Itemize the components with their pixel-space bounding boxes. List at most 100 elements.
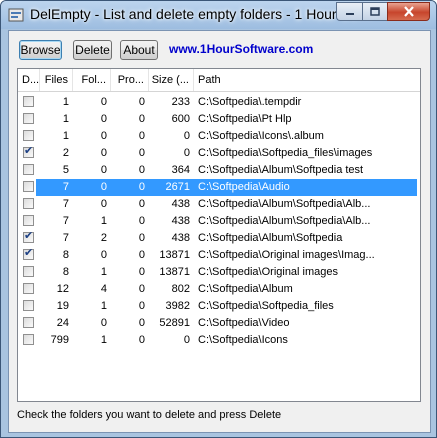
path-cell: C:\Softpedia\Softpedia_files bbox=[198, 300, 334, 312]
folders-cell: 1 bbox=[100, 300, 107, 312]
browse-button[interactable]: Browse bbox=[19, 40, 62, 60]
pro-cell: 0 bbox=[138, 181, 145, 193]
folders-cell: 0 bbox=[100, 96, 107, 108]
files-cell: 24 bbox=[56, 317, 69, 329]
files-cell: 799 bbox=[50, 334, 69, 346]
delete-checkbox[interactable]: ✔ bbox=[23, 145, 34, 158]
files-cell: 1 bbox=[62, 96, 69, 108]
pro-cell: 0 bbox=[138, 164, 145, 176]
size-cell: 438 bbox=[171, 198, 190, 210]
delete-checkbox[interactable] bbox=[23, 113, 34, 124]
delete-checkbox[interactable] bbox=[23, 198, 34, 209]
delete-checkbox[interactable] bbox=[23, 215, 34, 226]
pro-cell: 0 bbox=[138, 215, 145, 227]
path-cell: C:\Softpedia\Original images\Imag... bbox=[198, 249, 375, 261]
list-header: D... Files Fol... Pro... Size (... Path bbox=[18, 69, 420, 92]
size-cell: 0 bbox=[183, 334, 190, 346]
folder-list[interactable]: D... Files Fol... Pro... Size (... Path … bbox=[17, 68, 421, 402]
delete-checkbox[interactable] bbox=[23, 283, 34, 294]
app-icon bbox=[8, 8, 24, 22]
maximize-button[interactable] bbox=[362, 2, 387, 21]
size-cell: 438 bbox=[171, 232, 190, 244]
about-button[interactable]: About bbox=[120, 40, 158, 60]
delete-checkbox[interactable]: ✔ bbox=[23, 230, 34, 243]
delete-checkbox[interactable] bbox=[23, 317, 34, 328]
delete-checkbox[interactable] bbox=[23, 130, 34, 141]
table-row[interactable]: ✔ 2 0 0 0 C:\Softpedia\Softpedia_files\images bbox=[18, 145, 420, 162]
table-row[interactable]: 7 1 0 438 C:\Softpedia\Album\Softpedia\Alb..… bbox=[18, 213, 420, 230]
checkmark-icon: ✔ bbox=[24, 230, 34, 242]
column-header-folders[interactable]: Fol... bbox=[73, 69, 111, 91]
table-row[interactable]: 1 0 0 600 C:\Softpedia\Pt Hlp bbox=[18, 111, 420, 128]
folders-cell: 0 bbox=[100, 198, 107, 210]
table-row[interactable]: 799 1 0 0 C:\Softpedia\Icons bbox=[18, 332, 420, 349]
title-bar[interactable]: DelEmpty - List and delete empty folders… bbox=[1, 1, 436, 29]
delete-button[interactable]: Delete bbox=[73, 40, 112, 60]
minimize-icon bbox=[345, 12, 354, 15]
folders-cell: 1 bbox=[100, 266, 107, 278]
table-row[interactable]: ✔ 8 0 0 13871 C:\Softpedia\Original images\Im… bbox=[18, 247, 420, 264]
size-cell: 0 bbox=[183, 130, 190, 142]
table-row[interactable]: 7 0 0 2671 C:\Softpedia\Audio bbox=[18, 179, 420, 196]
path-cell: C:\Softpedia\Album\Softpedia bbox=[198, 232, 343, 244]
delete-checkbox[interactable] bbox=[23, 96, 34, 107]
folders-cell: 2 bbox=[100, 232, 107, 244]
size-cell: 0 bbox=[183, 147, 190, 159]
pro-cell: 0 bbox=[138, 147, 145, 159]
files-cell: 1 bbox=[62, 113, 69, 125]
size-cell: 802 bbox=[171, 283, 190, 295]
table-row[interactable]: 5 0 0 364 C:\Softpedia\Album\Softpedia test bbox=[18, 162, 420, 179]
delete-checkbox[interactable] bbox=[23, 266, 34, 277]
status-text: Check the folders you want to delete and… bbox=[17, 409, 282, 421]
folders-cell: 0 bbox=[100, 147, 107, 159]
size-cell: 13871 bbox=[159, 249, 190, 261]
column-header-files[interactable]: Files bbox=[40, 69, 73, 91]
pro-cell: 0 bbox=[138, 113, 145, 125]
delete-checkbox[interactable] bbox=[23, 300, 34, 311]
folders-cell: 1 bbox=[100, 334, 107, 346]
table-row[interactable]: 19 1 0 3982 C:\Softpedia\Softpedia_files bbox=[18, 298, 420, 315]
files-cell: 7 bbox=[62, 198, 69, 210]
table-row[interactable]: 7 0 0 438 C:\Softpedia\Album\Softpedia\Alb..… bbox=[18, 196, 420, 213]
table-row[interactable]: 1 0 0 233 C:\Softpedia\.tempdir bbox=[18, 94, 420, 111]
table-row[interactable]: ✔ 7 2 0 438 C:\Softpedia\Album\Softpedia bbox=[18, 230, 420, 247]
path-cell: C:\Softpedia\Icons bbox=[198, 334, 288, 346]
folders-cell: 4 bbox=[100, 283, 107, 295]
delete-checkbox[interactable] bbox=[23, 181, 34, 192]
folders-cell: 0 bbox=[100, 249, 107, 261]
pro-cell: 0 bbox=[138, 317, 145, 329]
checkmark-icon: ✔ bbox=[24, 247, 34, 259]
delete-checkbox[interactable]: ✔ bbox=[23, 247, 34, 260]
size-cell: 13871 bbox=[159, 266, 190, 278]
pro-cell: 0 bbox=[138, 283, 145, 295]
table-row[interactable]: 1 0 0 0 C:\Softpedia\Icons\.album bbox=[18, 128, 420, 145]
app-window: DelEmpty - List and delete empty folders… bbox=[0, 0, 437, 438]
delete-checkbox[interactable] bbox=[23, 164, 34, 175]
path-cell: C:\Softpedia\Album bbox=[198, 283, 293, 295]
size-cell: 2671 bbox=[165, 181, 190, 193]
column-header-path[interactable]: Path bbox=[194, 69, 420, 91]
pro-cell: 0 bbox=[138, 249, 145, 261]
size-cell: 52891 bbox=[159, 317, 190, 329]
files-cell: 12 bbox=[56, 283, 69, 295]
folders-cell: 0 bbox=[100, 317, 107, 329]
table-row[interactable]: 8 1 0 13871 C:\Softpedia\Original images bbox=[18, 264, 420, 281]
column-header-size[interactable]: Size (... bbox=[149, 69, 194, 91]
files-cell: 2 bbox=[62, 147, 69, 159]
folders-cell: 0 bbox=[100, 113, 107, 125]
table-row[interactable]: 24 0 0 52891 C:\Softpedia\Video bbox=[18, 315, 420, 332]
checkmark-icon: ✔ bbox=[24, 145, 34, 157]
window-title: DelEmpty - List and delete empty folders… bbox=[30, 6, 374, 22]
path-cell: C:\Softpedia\Pt Hlp bbox=[198, 113, 292, 125]
website-link[interactable]: www.1HourSoftware.com bbox=[169, 42, 313, 56]
folders-cell: 0 bbox=[100, 181, 107, 193]
pro-cell: 0 bbox=[138, 300, 145, 312]
table-row[interactable]: 12 4 0 802 C:\Softpedia\Album bbox=[18, 281, 420, 298]
minimize-button[interactable] bbox=[336, 2, 362, 21]
close-button[interactable] bbox=[387, 2, 430, 21]
path-cell: C:\Softpedia\Audio bbox=[198, 181, 290, 193]
column-header-delete[interactable]: D... bbox=[18, 69, 40, 91]
window-controls bbox=[336, 2, 430, 21]
delete-checkbox[interactable] bbox=[23, 334, 34, 345]
column-header-pro[interactable]: Pro... bbox=[111, 69, 149, 91]
